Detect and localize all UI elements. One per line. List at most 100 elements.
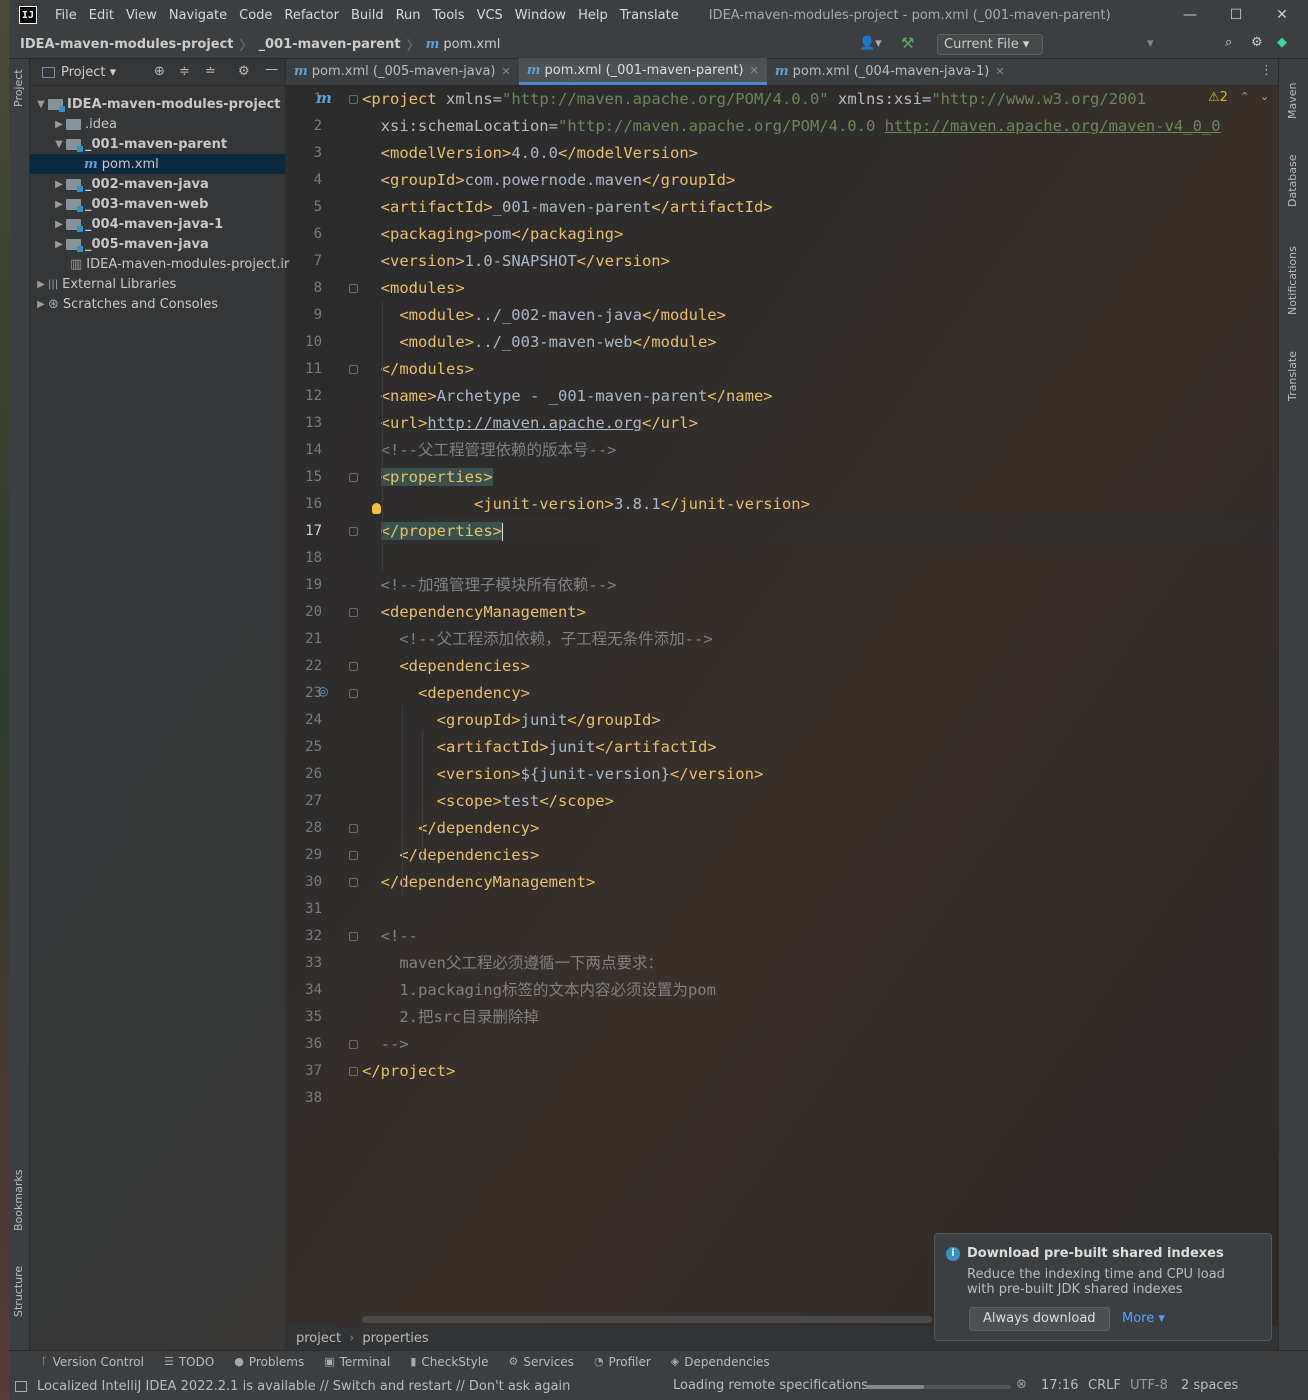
tool-window-checkstyle[interactable]: ▮ CheckStyle	[410, 1355, 488, 1369]
menu-refactor[interactable]: Refactor	[284, 8, 339, 23]
tool-window-problems[interactable]: ● Problems	[234, 1355, 304, 1369]
run-dropdown-icon[interactable]: ▾	[1147, 36, 1154, 51]
menu-file[interactable]: File	[55, 8, 77, 23]
caret-position[interactable]: 17:16	[1041, 1378, 1078, 1393]
code-token: ../_003-maven-web	[473, 333, 633, 351]
line-separator[interactable]: CRLF	[1088, 1378, 1121, 1393]
chevron-right-icon[interactable]: ▶	[34, 299, 48, 310]
tree-item[interactable]: ▶ _005-maven-java	[30, 234, 285, 254]
more-button[interactable]: More ▾	[1122, 1311, 1165, 1326]
nav-module[interactable]: _001-maven-parent	[259, 37, 401, 52]
gear-icon[interactable]: ⚙	[238, 64, 250, 79]
toggle-tool-windows-icon[interactable]	[15, 1380, 27, 1392]
warnings-indicator[interactable]: ⚠2	[1208, 90, 1228, 105]
tree-item[interactable]: ▶ ⊛ Scratches and Consoles	[30, 294, 285, 314]
menu-vcs[interactable]: VCS	[477, 8, 503, 23]
tree-item[interactable]: ▶ .idea	[30, 114, 285, 134]
tree-item[interactable]: ▶ _004-maven-java-1	[30, 214, 285, 234]
always-download-button[interactable]: Always download	[969, 1307, 1110, 1331]
hide-icon[interactable]: —	[265, 62, 278, 77]
chevron-right-icon[interactable]: ▶	[52, 199, 66, 210]
tree-item[interactable]: ▼ IDEA-maven-modules-project	[30, 94, 285, 114]
more-tabs-icon[interactable]: ⋮	[1260, 63, 1273, 78]
menu-run[interactable]: Run	[396, 8, 421, 23]
notification-body-line1: Reduce the indexing time and CPU load	[967, 1267, 1225, 1282]
chevron-down-icon[interactable]: ▼	[52, 139, 66, 150]
build-hammer-icon[interactable]: ⚒	[901, 34, 914, 52]
tool-window-dependencies[interactable]: ◈ Dependencies	[671, 1355, 770, 1369]
override-icon[interactable]: ◎	[318, 684, 328, 698]
tool-notifications[interactable]: Notifications	[1286, 246, 1299, 315]
horizontal-scrollbar[interactable]	[362, 1316, 932, 1323]
editor-tab[interactable]: m pom.xml (_004-maven-java-1) ✕	[767, 58, 1013, 85]
collapse-all-icon[interactable]: ≐	[205, 64, 216, 79]
chevron-right-icon[interactable]: ▶	[52, 119, 66, 130]
close-tab-icon[interactable]: ✕	[750, 64, 759, 77]
tree-item[interactable]: ▶ ||| External Libraries	[30, 274, 285, 294]
tree-item[interactable]: ▶ _002-maven-java	[30, 174, 285, 194]
left-tool-strip: Project Bookmarks Structure	[9, 59, 30, 1350]
tree-item[interactable]: ▼ _001-maven-parent	[30, 134, 285, 154]
next-highlight-icon[interactable]: ⌄	[1260, 90, 1269, 103]
menu-code[interactable]: Code	[239, 8, 272, 23]
chevron-right-icon[interactable]: ▶	[52, 239, 66, 250]
tool-window-version-control[interactable]: ᚴ Version Control	[41, 1355, 144, 1369]
maximize-icon[interactable]: ☐	[1213, 0, 1259, 30]
tool-window-profiler[interactable]: ◔ Profiler	[594, 1355, 651, 1369]
expand-all-icon[interactable]: ≑	[179, 64, 190, 79]
tool-database[interactable]: Database	[1286, 155, 1299, 208]
indent-setting[interactable]: 2 spaces	[1181, 1378, 1238, 1393]
close-tab-icon[interactable]: ✕	[995, 65, 1004, 78]
tool-structure[interactable]: Structure	[12, 1266, 25, 1317]
code-line: <modules>	[362, 275, 465, 302]
tool-window-todo[interactable]: ☰ TODO	[164, 1355, 214, 1369]
status-message[interactable]: Localized IntelliJ IDEA 2022.2.1 is avai…	[37, 1379, 570, 1394]
tree-item[interactable]: ▥ IDEA-maven-modules-project.ir	[30, 254, 289, 274]
close-tab-icon[interactable]: ✕	[502, 65, 511, 78]
project-view-select[interactable]: Project ▾	[61, 65, 116, 80]
menu-view[interactable]: View	[126, 8, 157, 23]
chevron-right-icon[interactable]: ▶	[52, 179, 66, 190]
tool-window-terminal[interactable]: ▣ Terminal	[324, 1355, 390, 1369]
file-encoding[interactable]: UTF-8	[1130, 1378, 1168, 1393]
prev-highlight-icon[interactable]: ⌃	[1240, 90, 1249, 103]
user-icon[interactable]: 👤▾	[859, 36, 882, 51]
close-icon[interactable]: ✕	[1259, 0, 1305, 30]
menu-help[interactable]: Help	[578, 8, 608, 23]
settings-icon[interactable]: ⚙	[1251, 35, 1263, 50]
tree-item-label: _002-maven-java	[85, 176, 209, 192]
editor-tab[interactable]: m pom.xml (_005-maven-java) ✕	[286, 58, 519, 85]
plugin-icon[interactable]: ◆	[1277, 35, 1287, 50]
code-line: <dependency>	[362, 680, 530, 707]
tree-item[interactable]: ▶ _003-maven-web	[30, 194, 285, 214]
line-number: 29	[305, 847, 322, 863]
code-line: <name>Archetype - _001-maven-parent</nam…	[362, 383, 773, 410]
breadcrumb-project[interactable]: project	[296, 1331, 341, 1346]
run-configuration-select[interactable]: Current File ▾	[937, 34, 1043, 55]
cancel-icon[interactable]: ⊗	[1016, 1377, 1027, 1392]
search-icon[interactable]: ⌕	[1225, 35, 1232, 50]
editor-tab[interactable]: m pom.xml (_001-maven-parent) ✕	[518, 58, 767, 85]
menu-translate[interactable]: Translate	[620, 8, 679, 23]
menu-tools[interactable]: Tools	[433, 8, 465, 23]
menu-build[interactable]: Build	[351, 8, 384, 23]
menu-navigate[interactable]: Navigate	[169, 8, 227, 23]
tool-maven[interactable]: Maven	[1286, 83, 1299, 119]
code-editor[interactable]: <project xmlns="http://maven.apache.org/…	[354, 86, 1278, 1326]
tool-bookmarks[interactable]: Bookmarks	[12, 1170, 25, 1231]
nav-file[interactable]: pom.xml	[443, 37, 500, 52]
tool-translate[interactable]: Translate	[1286, 351, 1299, 401]
maven-gutter-icon[interactable]: m	[316, 89, 332, 107]
chevron-right-icon[interactable]: ▶	[34, 279, 48, 290]
minimize-icon[interactable]: —	[1167, 0, 1213, 30]
tool-window-services[interactable]: ⚙ Services	[508, 1355, 573, 1369]
chevron-down-icon[interactable]: ▼	[34, 99, 48, 110]
locate-icon[interactable]: ⊕	[154, 64, 165, 79]
menu-window[interactable]: Window	[515, 8, 566, 23]
nav-project[interactable]: IDEA-maven-modules-project	[20, 37, 234, 52]
chevron-right-icon[interactable]: ▶	[52, 219, 66, 230]
menu-edit[interactable]: Edit	[89, 8, 114, 23]
breadcrumb-properties[interactable]: properties	[362, 1331, 428, 1346]
tool-project[interactable]: Project	[12, 69, 25, 107]
tree-item[interactable]: m pom.xml	[30, 154, 285, 174]
